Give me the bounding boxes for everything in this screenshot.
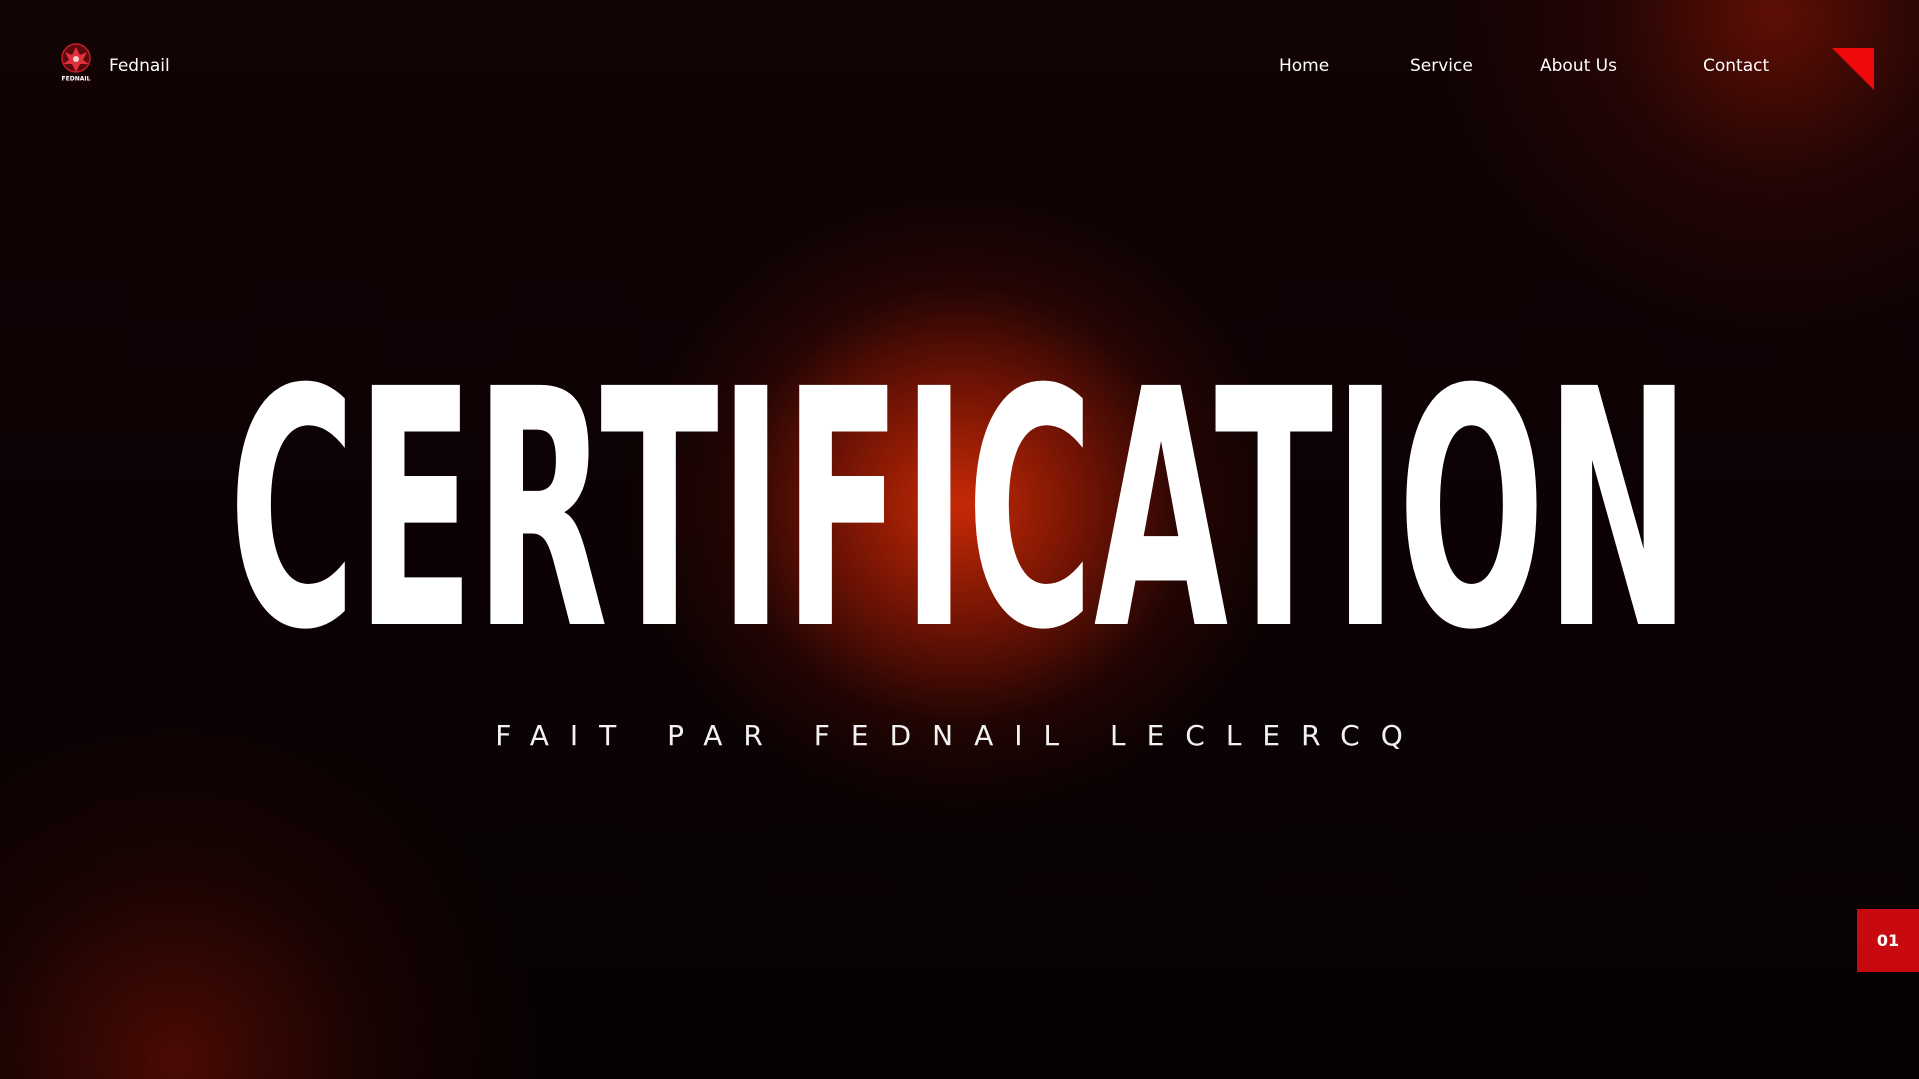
hero-subtitle: FAIT PAR FEDNAIL LECLERCQ: [495, 719, 1424, 752]
hero-title-text: CERTIFICATION: [229, 372, 1691, 642]
corner-triangle-icon[interactable]: [1832, 48, 1874, 90]
hero-slide: FEDNAIL Fednail Home Service About Us Co…: [0, 0, 1919, 1079]
phoenix-logo-icon[interactable]: FEDNAIL: [56, 42, 96, 86]
logo-text: FEDNAIL: [62, 76, 91, 83]
nav-contact[interactable]: Contact: [1703, 54, 1769, 78]
slide-number-badge[interactable]: 01: [1857, 909, 1919, 972]
hero-title: CERTIFICATION: [229, 372, 1691, 642]
brand-name[interactable]: Fednail: [109, 54, 170, 78]
nav-about-us[interactable]: About Us: [1540, 54, 1617, 78]
nav-home[interactable]: Home: [1279, 54, 1329, 78]
nav-service[interactable]: Service: [1410, 54, 1473, 78]
